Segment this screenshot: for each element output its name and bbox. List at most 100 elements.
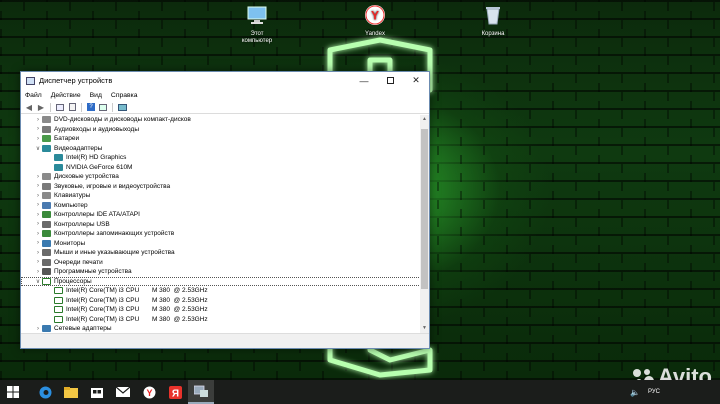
tree-category[interactable]: › Сетевые адаптеры (21, 324, 429, 333)
tree-category[interactable]: › Программные устройства (21, 267, 429, 277)
chevron-right-icon[interactable]: › (34, 202, 42, 208)
taskbar-yandex[interactable]: Я (162, 380, 188, 404)
taskbar-store[interactable] (84, 380, 110, 404)
tree-item-label: Видеоадаптеры (54, 144, 103, 152)
tree-device[interactable]: NVIDIA GeForce 610M (21, 163, 429, 173)
chevron-right-icon[interactable]: › (34, 193, 42, 199)
scroll-up-icon[interactable]: ▲ (420, 115, 429, 124)
chevron-right-icon[interactable]: › (34, 136, 42, 142)
desktop-icon-yandex[interactable]: Y Yandex (345, 4, 405, 38)
taskbar-yandex-browser[interactable]: Y (136, 380, 162, 404)
menu-action[interactable]: Действие (51, 92, 81, 99)
tree-item-label: Компьютер (54, 201, 88, 209)
tree-category[interactable]: ∨ Видеоадаптеры (21, 144, 429, 154)
chevron-right-icon[interactable]: › (34, 240, 42, 246)
audio-icon (42, 125, 51, 133)
chevron-right-icon[interactable]: › (34, 183, 42, 189)
device-tree[interactable]: › DVD-дисководы и дисководы компакт-диско… (21, 115, 429, 333)
scroll-thumb[interactable] (421, 129, 428, 289)
title-bar[interactable]: Диспетчер устройств — ✕ (21, 72, 429, 89)
tree-category[interactable]: › Клавиатуры (21, 191, 429, 201)
chevron-down-icon[interactable]: ∨ (34, 145, 42, 152)
taskbar-file-explorer[interactable] (58, 380, 84, 404)
taskbar: Y Я 🔈 РУС (0, 380, 720, 404)
vertical-scrollbar[interactable]: ▲ ▼ (420, 115, 429, 333)
tree-category[interactable]: › Контроллеры USB (21, 220, 429, 230)
taskbar-device-manager[interactable] (188, 380, 214, 404)
tree-category[interactable]: › DVD-дисководы и дисководы компакт-диско… (21, 115, 429, 125)
scan-hardware-button[interactable] (117, 103, 127, 112)
tree-device[interactable]: Intel(R) Core(TM) i3 CPU M 380 @ 2.53GHz (21, 296, 429, 306)
back-button[interactable]: ◀ (24, 103, 34, 112)
chevron-right-icon[interactable]: › (34, 221, 42, 227)
chevron-down-icon[interactable]: ∨ (34, 278, 42, 285)
show-hide-tree-button[interactable] (55, 103, 65, 112)
chevron-right-icon[interactable]: › (34, 231, 42, 237)
tree-device[interactable]: Intel(R) Core(TM) i3 CPU M 380 @ 2.53GHz (21, 286, 429, 296)
tree-item-label: Intel(R) HD Graphics (66, 154, 127, 162)
chevron-right-icon[interactable]: › (34, 250, 42, 256)
close-button[interactable]: ✕ (403, 72, 429, 89)
help-button[interactable]: ? (86, 103, 96, 112)
tree-category[interactable]: ∨ Процессоры (21, 276, 429, 286)
display-adapter-icon (42, 144, 51, 152)
tree-device[interactable]: Intel(R) Core(TM) i3 CPU M 380 @ 2.53GHz (21, 315, 429, 325)
view-button[interactable] (98, 103, 108, 112)
disk-drive-icon (42, 173, 51, 181)
menu-file[interactable]: Файл (25, 92, 42, 99)
tree-category[interactable]: › Мониторы (21, 239, 429, 249)
start-button[interactable] (0, 380, 26, 404)
chevron-right-icon[interactable]: › (34, 117, 42, 123)
tree-category[interactable]: › Батареи (21, 134, 429, 144)
yandex-browser-icon: Y (365, 5, 385, 25)
toolbar-separator (50, 102, 51, 112)
input-language[interactable]: РУС (648, 389, 660, 395)
tree-item-label: Мыши и иные указывающие устройства (54, 249, 175, 257)
tree-category[interactable]: › Контроллеры запоминающих устройств (21, 229, 429, 239)
tree-category[interactable]: › Очереди печати (21, 258, 429, 268)
tree-category[interactable]: › Мыши и иные указывающие устройства (21, 248, 429, 258)
taskbar-edge[interactable] (32, 380, 58, 404)
usb-icon (42, 220, 51, 228)
properties-icon (68, 103, 76, 111)
chevron-right-icon[interactable]: › (34, 269, 42, 275)
tree-category[interactable]: › Контроллеры IDE ATA/ATAPI (21, 210, 429, 220)
tree-category[interactable]: › Аудиовходы и аудиовыходы (21, 125, 429, 135)
device-manager-icon (194, 385, 208, 397)
properties-button[interactable] (67, 103, 77, 112)
tree-category[interactable]: › Дисковые устройства (21, 172, 429, 182)
chevron-right-icon[interactable]: › (34, 174, 42, 180)
svg-text:Y: Y (371, 9, 379, 23)
tree-item-label: Intel(R) Core(TM) i3 CPU M 380 @ 2.53GHz (66, 315, 208, 323)
chevron-right-icon[interactable]: › (34, 326, 42, 332)
desktop-icon-this-pc[interactable]: Этот компьютер (227, 4, 287, 45)
menu-help[interactable]: Справка (111, 92, 138, 99)
maximize-button[interactable] (377, 72, 403, 89)
system-tray: 🔈 РУС (630, 380, 720, 404)
storage-controller-icon (42, 230, 51, 238)
keyboard-icon (42, 192, 51, 200)
mail-icon (116, 387, 130, 397)
tree-category[interactable]: › Компьютер (21, 201, 429, 211)
desktop-icon-recycle-bin[interactable]: Корзина (463, 4, 523, 38)
forward-button[interactable]: ▶ (36, 103, 46, 112)
tree-device[interactable]: Intel(R) HD Graphics (21, 153, 429, 163)
tree-device[interactable]: Intel(R) Core(TM) i3 CPU M 380 @ 2.53GHz (21, 305, 429, 315)
minimize-icon: — (359, 75, 369, 86)
tree-item-label: Батареи (54, 135, 80, 143)
file-explorer-icon (64, 386, 78, 398)
device-manager-window[interactable]: Диспетчер устройств — ✕ Файл Действие Ви… (20, 71, 430, 349)
toolbar: ◀ ▶ ? (21, 101, 429, 114)
computer-icon (247, 6, 267, 24)
tree-category[interactable]: › Звуковые, игровые и видеоустройства (21, 182, 429, 192)
menu-view[interactable]: Вид (90, 92, 102, 99)
scroll-down-icon[interactable]: ▼ (420, 324, 429, 333)
volume-icon[interactable]: 🔈 (630, 388, 640, 397)
ide-controller-icon (42, 211, 51, 219)
chevron-right-icon[interactable]: › (34, 259, 42, 265)
chevron-right-icon[interactable]: › (34, 126, 42, 132)
minimize-button[interactable]: — (351, 72, 377, 89)
processor-icon (42, 277, 51, 285)
taskbar-mail[interactable] (110, 380, 136, 404)
chevron-right-icon[interactable]: › (34, 212, 42, 218)
